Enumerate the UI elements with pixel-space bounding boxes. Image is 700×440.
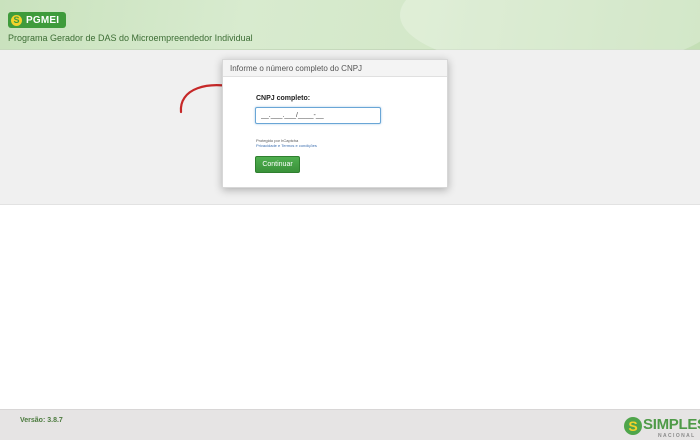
simples-word: SIMPLES [643, 416, 700, 433]
logo-initial: S [11, 14, 22, 26]
continue-button[interactable]: Continuar [255, 156, 300, 173]
simples-sub: NACIONAL [658, 433, 696, 439]
cnpj-input[interactable] [255, 107, 381, 124]
simples-mark: S [624, 417, 642, 435]
app-subtitle: Programa Gerador de DAS do Microempreend… [8, 33, 253, 43]
captcha-links[interactable]: Privacidade e Termos e condições [256, 143, 317, 148]
dialog-title: Informe o número completo do CNPJ [223, 60, 447, 77]
cnpj-dialog: Informe o número completo do CNPJ CNPJ c… [222, 59, 448, 188]
logo-text: PGMEI [26, 14, 60, 26]
pgmei-logo-icon[interactable]: S PGMEI [8, 12, 66, 28]
simples-nacional-logo-icon[interactable]: S SIMPLES NACIONAL [624, 416, 700, 440]
version-text: Versão: 3.8.7 [20, 417, 63, 424]
app-footer: Versão: 3.8.7 S SIMPLES NACIONAL [0, 409, 700, 440]
cnpj-label: CNPJ completo: [256, 95, 311, 102]
app-header: S PGMEI Programa Gerador de DAS do Micro… [0, 0, 700, 70]
